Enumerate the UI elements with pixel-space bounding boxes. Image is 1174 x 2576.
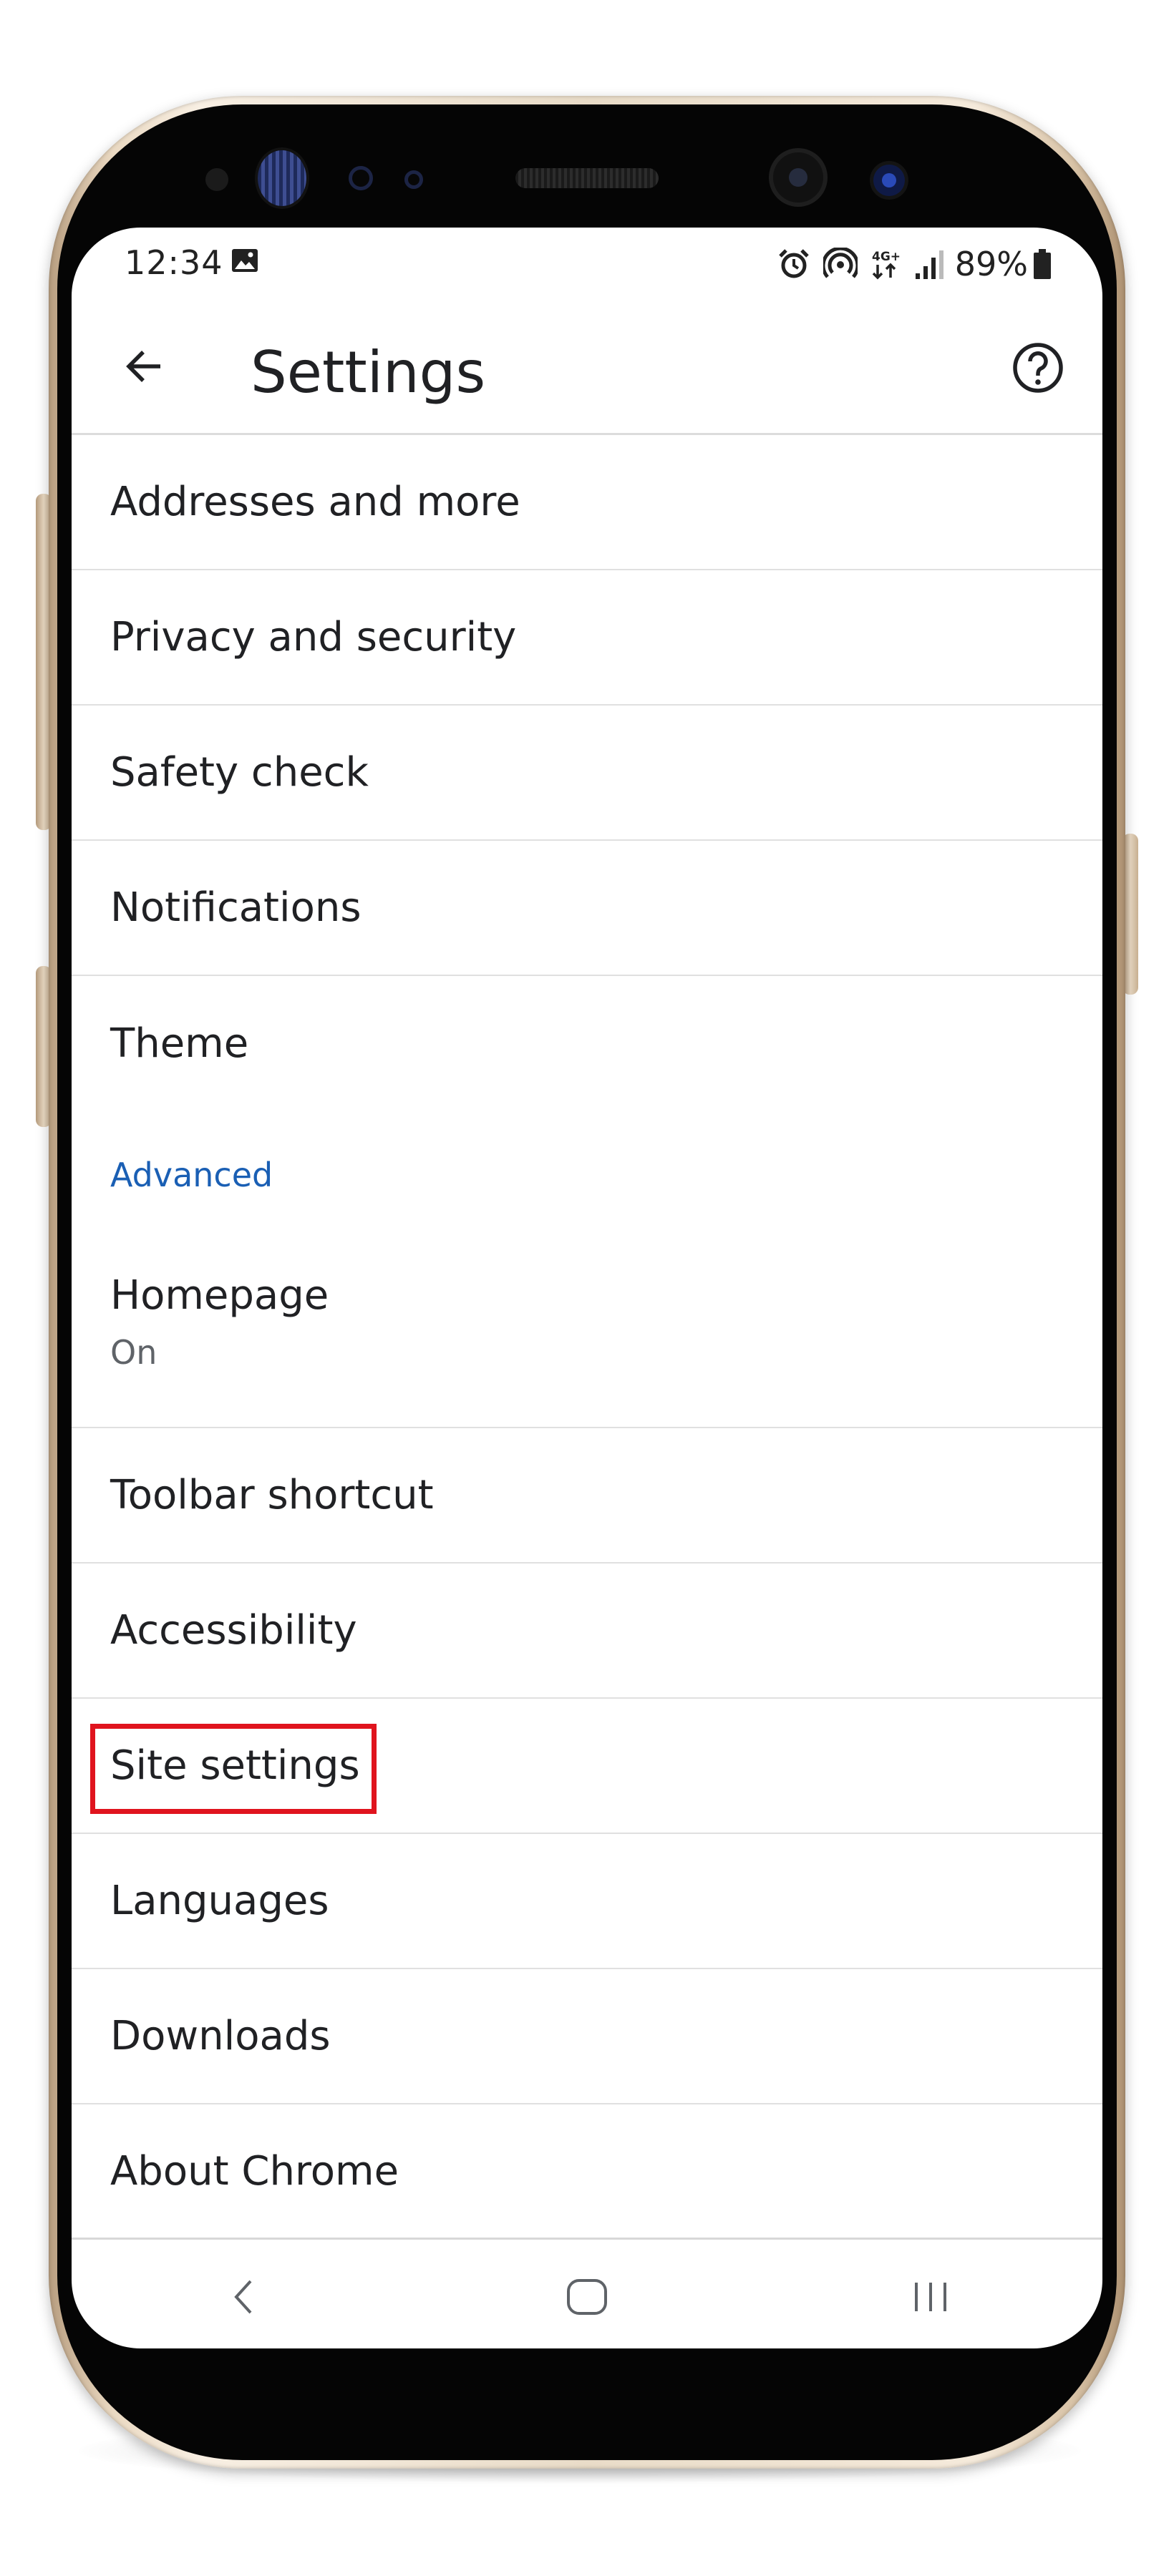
recents-icon <box>915 2283 946 2311</box>
settings-item-label: Homepage <box>110 1272 329 1319</box>
settings-item-value: On <box>110 1333 157 1372</box>
settings-item-label: About Chrome <box>110 2147 399 2195</box>
settings-item-label: Privacy and security <box>110 614 517 660</box>
signal-icon <box>915 250 943 279</box>
settings-item-label: Accessibility <box>110 1607 357 1654</box>
app-bar: Settings <box>72 299 1102 435</box>
highlight-box <box>90 1724 377 1814</box>
section-header-label: Advanced <box>110 1155 273 1194</box>
settings-item-downloads[interactable]: Downloads <box>72 1969 1102 2104</box>
home-icon <box>567 2279 607 2315</box>
sensor-ring <box>349 166 373 190</box>
help-circle-icon <box>1013 343 1063 393</box>
settings-item-safety-check[interactable]: Safety check <box>72 706 1102 841</box>
status-time: 12:34 <box>125 243 223 282</box>
arrow-back-icon <box>126 351 160 382</box>
nav-recents-button[interactable] <box>759 2245 1102 2348</box>
status-bar: 12:34 4G+ 89% <box>72 228 1102 299</box>
settings-item-label: Safety check <box>110 749 369 796</box>
settings-item-accessibility[interactable]: Accessibility <box>72 1563 1102 1699</box>
settings-item-languages[interactable]: Languages <box>72 1834 1102 1969</box>
settings-item-about-chrome[interactable]: About Chrome <box>72 2104 1102 2240</box>
settings-item-label: Languages <box>110 1878 329 1924</box>
settings-list: Addresses and more Privacy and security … <box>72 435 1102 2240</box>
iris-scanner <box>258 150 306 206</box>
system-nav-bar <box>72 2245 1102 2348</box>
sensor-ring-small <box>404 170 423 189</box>
status-icons: 4G+ 89% <box>765 245 1052 283</box>
settings-item-privacy[interactable]: Privacy and security <box>72 570 1102 706</box>
phone-screen: 12:34 4G+ 89% Settings Addresses and mor… <box>72 228 1102 2348</box>
data-icon: 4G+ <box>872 250 901 280</box>
help-button[interactable] <box>1002 332 1074 404</box>
battery-percent: 89% <box>954 245 1028 283</box>
page-title: Settings <box>251 339 486 406</box>
network-label: 4G+ <box>872 250 901 264</box>
settings-item-label: Addresses and more <box>110 479 520 525</box>
earpiece-speaker <box>515 168 659 188</box>
nav-back-button[interactable] <box>72 2245 415 2348</box>
settings-item-theme[interactable]: Theme <box>72 976 1102 1111</box>
alarm-icon <box>778 249 809 278</box>
back-chevron-icon <box>234 2280 252 2314</box>
settings-item-site-settings[interactable]: Site settings <box>72 1699 1102 1834</box>
back-button[interactable] <box>109 331 180 402</box>
nav-home-button[interactable] <box>415 2245 759 2348</box>
settings-item-addresses[interactable]: Addresses and more <box>72 435 1102 570</box>
settings-item-label: Theme <box>110 1020 249 1067</box>
image-icon <box>232 249 258 272</box>
camera-lens <box>873 165 905 196</box>
settings-item-label: Toolbar shortcut <box>110 1472 434 1518</box>
settings-item-toolbar-shortcut[interactable]: Toolbar shortcut <box>72 1428 1102 1563</box>
screenshot-canvas: 12:34 4G+ 89% Settings Addresses and mor… <box>0 0 1174 2576</box>
front-camera <box>773 152 823 203</box>
settings-item-label: Notifications <box>110 884 362 931</box>
battery-icon <box>1034 249 1051 279</box>
proximity-sensor <box>205 168 228 191</box>
settings-item-label: Downloads <box>110 2013 331 2059</box>
settings-item-notifications[interactable]: Notifications <box>72 841 1102 976</box>
advanced-section-header: Advanced <box>72 1111 1102 1238</box>
hotspot-icon <box>823 248 858 278</box>
settings-item-homepage[interactable]: Homepage On <box>72 1238 1102 1428</box>
